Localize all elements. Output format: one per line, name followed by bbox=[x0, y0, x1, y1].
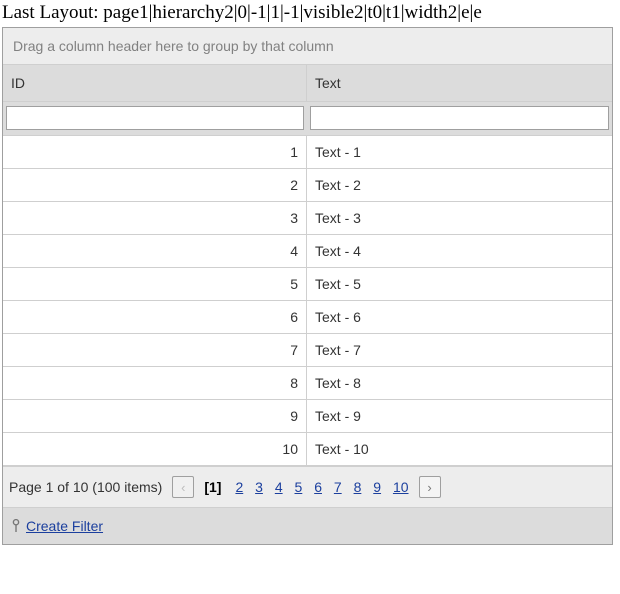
cell-id: 2 bbox=[3, 169, 307, 201]
table-row[interactable]: 10Text - 10 bbox=[3, 433, 612, 466]
cell-text: Text - 8 bbox=[307, 367, 612, 399]
pager-prev-button[interactable]: ‹ bbox=[172, 476, 194, 498]
cell-id: 1 bbox=[3, 136, 307, 168]
data-rows: 1Text - 12Text - 23Text - 34Text - 45Tex… bbox=[3, 136, 612, 466]
filter-icon bbox=[10, 519, 22, 533]
pager-next-button[interactable]: › bbox=[419, 476, 441, 498]
pager: Page 1 of 10 (100 items) ‹ [1] 2 3 4 5 6… bbox=[3, 466, 612, 507]
last-layout-heading: Last Layout: page1|hierarchy2|0|-1|1|-1|… bbox=[0, 0, 620, 27]
cell-text: Text - 9 bbox=[307, 400, 612, 432]
cell-id: 5 bbox=[3, 268, 307, 300]
cell-text: Text - 3 bbox=[307, 202, 612, 234]
pager-page-link[interactable]: 10 bbox=[389, 479, 413, 495]
pager-current-page: [1] bbox=[200, 479, 225, 495]
group-by-panel[interactable]: Drag a column header here to group by th… bbox=[3, 28, 612, 65]
column-header-text[interactable]: Text bbox=[307, 65, 612, 102]
table-row[interactable]: 5Text - 5 bbox=[3, 268, 612, 301]
cell-text: Text - 6 bbox=[307, 301, 612, 333]
cell-id: 10 bbox=[3, 433, 307, 465]
cell-id: 7 bbox=[3, 334, 307, 366]
cell-id: 6 bbox=[3, 301, 307, 333]
cell-id: 8 bbox=[3, 367, 307, 399]
table-row[interactable]: 2Text - 2 bbox=[3, 169, 612, 202]
pager-summary: Page 1 of 10 (100 items) bbox=[9, 479, 162, 495]
column-header-row: ID Text bbox=[3, 65, 612, 102]
table-row[interactable]: 3Text - 3 bbox=[3, 202, 612, 235]
cell-id: 3 bbox=[3, 202, 307, 234]
table-row[interactable]: 6Text - 6 bbox=[3, 301, 612, 334]
cell-id: 4 bbox=[3, 235, 307, 267]
table-row[interactable]: 7Text - 7 bbox=[3, 334, 612, 367]
pager-page-link[interactable]: 8 bbox=[350, 479, 366, 495]
table-row[interactable]: 9Text - 9 bbox=[3, 400, 612, 433]
cell-text: Text - 2 bbox=[307, 169, 612, 201]
pager-page-link[interactable]: 3 bbox=[251, 479, 267, 495]
pager-page-link[interactable]: 2 bbox=[231, 479, 247, 495]
cell-text: Text - 7 bbox=[307, 334, 612, 366]
cell-text: Text - 1 bbox=[307, 136, 612, 168]
pager-page-link[interactable]: 7 bbox=[330, 479, 346, 495]
table-row[interactable]: 1Text - 1 bbox=[3, 136, 612, 169]
create-filter-link[interactable]: Create Filter bbox=[26, 518, 103, 534]
filter-input-text[interactable] bbox=[310, 106, 609, 130]
column-header-id[interactable]: ID bbox=[3, 65, 307, 102]
cell-text: Text - 4 bbox=[307, 235, 612, 267]
cell-text: Text - 10 bbox=[307, 433, 612, 465]
pager-page-link[interactable]: 5 bbox=[291, 479, 307, 495]
cell-text: Text - 5 bbox=[307, 268, 612, 300]
cell-id: 9 bbox=[3, 400, 307, 432]
filter-input-id[interactable] bbox=[6, 106, 304, 130]
pager-page-link[interactable]: 6 bbox=[310, 479, 326, 495]
pager-page-link[interactable]: 9 bbox=[369, 479, 385, 495]
pager-page-link[interactable]: 4 bbox=[271, 479, 287, 495]
filter-builder-bar: Create Filter bbox=[3, 507, 612, 544]
filter-row bbox=[3, 102, 612, 136]
data-grid: Drag a column header here to group by th… bbox=[2, 27, 613, 545]
table-row[interactable]: 8Text - 8 bbox=[3, 367, 612, 400]
table-row[interactable]: 4Text - 4 bbox=[3, 235, 612, 268]
